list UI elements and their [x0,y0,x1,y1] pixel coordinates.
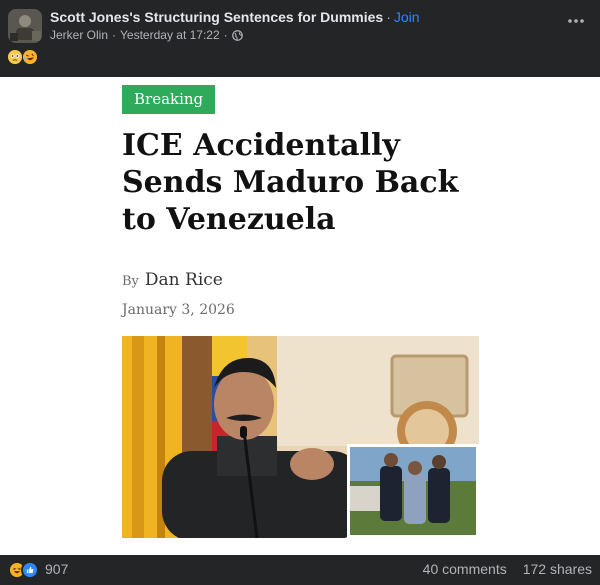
post-meta: Jerker Olin · Yesterday at 17:22 · [50,28,243,42]
crying-face-emoji [8,50,22,64]
reaction-count[interactable]: 907 [45,561,68,577]
article-image[interactable] [122,336,479,538]
article-byline: By Dan Rice [122,270,223,290]
engagement-stats: 40 comments 172 shares [423,561,592,577]
by-label: By [122,274,139,289]
article-author[interactable]: Dan Rice [145,270,223,290]
join-group-button[interactable]: Join [394,9,420,25]
link-preview[interactable]: Breaking ICE Accidentally Sends Maduro B… [0,77,600,555]
shares-count-link[interactable]: 172 shares [523,561,592,577]
post-header: Scott Jones's Structuring Sentences for … [0,0,600,77]
rolling-on-floor-laughing-emoji [23,50,37,64]
reaction-icons[interactable] [8,561,39,579]
group-avatar[interactable] [8,9,42,43]
more-horizontal-icon[interactable] [566,14,586,28]
author-name-link[interactable]: Jerker Olin [50,28,108,42]
article-date: January 3, 2026 [122,302,235,318]
globe-icon[interactable] [231,29,243,41]
post-text [8,50,37,64]
group-title-line: Scott Jones's Structuring Sentences for … [50,9,420,25]
article-photo-illustration [122,336,479,538]
comments-count-link[interactable]: 40 comments [423,561,507,577]
article-headline[interactable]: ICE Accidentally Sends Maduro Back to Ve… [122,127,502,238]
title-separator: · [386,9,391,25]
group-name-link[interactable]: Scott Jones's Structuring Sentences for … [50,9,383,25]
meta-separator: · [112,28,117,42]
post-timestamp-link[interactable]: Yesterday at 17:22 [120,28,220,42]
breaking-badge: Breaking [122,85,216,114]
post-footer: 907 40 comments 172 shares [0,555,600,585]
like-reaction-icon [21,561,39,579]
meta-separator: · [223,28,228,42]
